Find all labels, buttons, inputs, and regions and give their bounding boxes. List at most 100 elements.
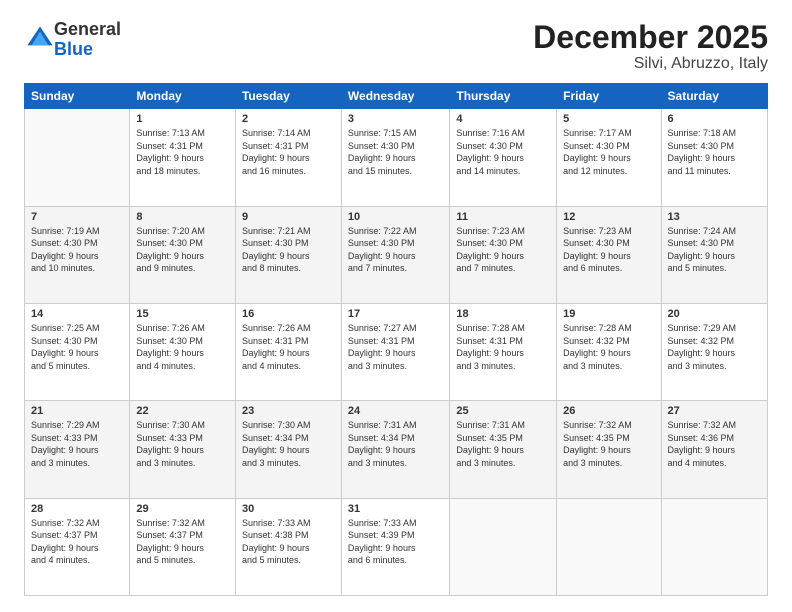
calendar-cell: 13Sunrise: 7:24 AM Sunset: 4:30 PM Dayli… bbox=[661, 206, 767, 303]
weekday-header-sunday: Sunday bbox=[25, 84, 130, 109]
calendar-cell: 24 Sunrise: 7:31 AM Sunset: 4:34 PM Dayli… bbox=[341, 401, 449, 498]
day-number: 8 bbox=[136, 211, 229, 223]
day-number: 12 bbox=[563, 211, 654, 223]
day-info: Sunrise: 7:27 AM Sunset: 4:31 PM Dayligh… bbox=[348, 322, 443, 372]
month-title: December 2025 bbox=[533, 20, 768, 55]
calendar-cell: 26Sunrise: 7:32 AM Sunset: 4:35 PM Dayli… bbox=[557, 401, 661, 498]
day-info: Sunrise: 7:32 AM Sunset: 4:37 PM Dayligh… bbox=[31, 517, 123, 567]
day-number: 21 bbox=[31, 405, 123, 417]
calendar-cell: 21 Sunrise: 7:29 AM Sunset: 4:33 PM Dayli… bbox=[25, 401, 130, 498]
calendar-cell: 3 Sunrise: 7:15 AM Sunset: 4:30 PM Daylig… bbox=[341, 109, 449, 206]
location: Silvi, Abruzzo, Italy bbox=[533, 55, 768, 73]
day-number: 14 bbox=[31, 308, 123, 320]
logo: General Blue bbox=[24, 20, 121, 60]
day-info: Sunrise: 7:32 AM Sunset: 4:37 PM Dayligh… bbox=[136, 517, 229, 567]
logo-icon bbox=[26, 23, 54, 51]
day-info: Sunrise: 7:21 AM Sunset: 4:30 PM Dayligh… bbox=[242, 225, 335, 275]
logo-general-text: General bbox=[54, 19, 121, 39]
day-info: Sunrise: 7:33 AM Sunset: 4:38 PM Dayligh… bbox=[242, 517, 335, 567]
day-number: 20 bbox=[668, 308, 761, 320]
calendar-table: SundayMondayTuesdayWednesdayThursdayFrid… bbox=[24, 83, 768, 596]
calendar-week-5: 28 Sunrise: 7:32 AM Sunset: 4:37 PM Dayli… bbox=[25, 498, 768, 595]
day-info: Sunrise: 7:29 AM Sunset: 4:32 PM Dayligh… bbox=[668, 322, 761, 372]
calendar-body: 1 Sunrise: 7:13 AM Sunset: 4:31 PM Daylig… bbox=[25, 109, 768, 596]
day-number: 17 bbox=[348, 308, 443, 320]
calendar-week-3: 14 Sunrise: 7:25 AM Sunset: 4:30 PM Dayli… bbox=[25, 303, 768, 400]
day-info: Sunrise: 7:25 AM Sunset: 4:30 PM Dayligh… bbox=[31, 322, 123, 372]
day-number: 4 bbox=[456, 113, 550, 125]
weekday-header-friday: Friday bbox=[557, 84, 661, 109]
calendar-cell: 12Sunrise: 7:23 AM Sunset: 4:30 PM Dayli… bbox=[557, 206, 661, 303]
calendar-cell: 5 Sunrise: 7:17 AM Sunset: 4:30 PM Daylig… bbox=[557, 109, 661, 206]
day-number: 18 bbox=[456, 308, 550, 320]
day-info: Sunrise: 7:16 AM Sunset: 4:30 PM Dayligh… bbox=[456, 127, 550, 177]
day-info: Sunrise: 7:33 AM Sunset: 4:39 PM Dayligh… bbox=[348, 517, 443, 567]
calendar-cell: 19Sunrise: 7:28 AM Sunset: 4:32 PM Dayli… bbox=[557, 303, 661, 400]
day-info: Sunrise: 7:19 AM Sunset: 4:30 PM Dayligh… bbox=[31, 225, 123, 275]
day-number: 16 bbox=[242, 308, 335, 320]
weekday-header-monday: Monday bbox=[130, 84, 236, 109]
calendar-cell: 17 Sunrise: 7:27 AM Sunset: 4:31 PM Dayli… bbox=[341, 303, 449, 400]
calendar-cell bbox=[25, 109, 130, 206]
day-number: 31 bbox=[348, 503, 443, 515]
day-number: 10 bbox=[348, 211, 443, 223]
day-number: 24 bbox=[348, 405, 443, 417]
header: General Blue December 2025 Silvi, Abruzz… bbox=[24, 20, 768, 73]
day-info: Sunrise: 7:20 AM Sunset: 4:30 PM Dayligh… bbox=[136, 225, 229, 275]
weekday-header-thursday: Thursday bbox=[450, 84, 557, 109]
calendar-cell: 16 Sunrise: 7:26 AM Sunset: 4:31 PM Dayli… bbox=[235, 303, 341, 400]
calendar-cell: 8 Sunrise: 7:20 AM Sunset: 4:30 PM Daylig… bbox=[130, 206, 236, 303]
calendar-cell: 7 Sunrise: 7:19 AM Sunset: 4:30 PM Daylig… bbox=[25, 206, 130, 303]
day-number: 3 bbox=[348, 113, 443, 125]
day-number: 5 bbox=[563, 113, 654, 125]
calendar-header: SundayMondayTuesdayWednesdayThursdayFrid… bbox=[25, 84, 768, 109]
calendar-cell bbox=[661, 498, 767, 595]
day-info: Sunrise: 7:31 AM Sunset: 4:35 PM Dayligh… bbox=[456, 419, 550, 469]
calendar-cell: 14 Sunrise: 7:25 AM Sunset: 4:30 PM Dayli… bbox=[25, 303, 130, 400]
calendar-cell: 10 Sunrise: 7:22 AM Sunset: 4:30 PM Dayli… bbox=[341, 206, 449, 303]
day-info: Sunrise: 7:29 AM Sunset: 4:33 PM Dayligh… bbox=[31, 419, 123, 469]
day-info: Sunrise: 7:18 AM Sunset: 4:30 PM Dayligh… bbox=[668, 127, 761, 177]
calendar-week-1: 1 Sunrise: 7:13 AM Sunset: 4:31 PM Daylig… bbox=[25, 109, 768, 206]
day-number: 28 bbox=[31, 503, 123, 515]
calendar-cell: 25 Sunrise: 7:31 AM Sunset: 4:35 PM Dayli… bbox=[450, 401, 557, 498]
day-info: Sunrise: 7:26 AM Sunset: 4:31 PM Dayligh… bbox=[242, 322, 335, 372]
logo-blue-text: Blue bbox=[54, 39, 93, 59]
calendar-cell: 27Sunrise: 7:32 AM Sunset: 4:36 PM Dayli… bbox=[661, 401, 767, 498]
day-info: Sunrise: 7:22 AM Sunset: 4:30 PM Dayligh… bbox=[348, 225, 443, 275]
day-number: 19 bbox=[563, 308, 654, 320]
title-area: December 2025 Silvi, Abruzzo, Italy bbox=[533, 20, 768, 73]
day-number: 26 bbox=[563, 405, 654, 417]
day-number: 2 bbox=[242, 113, 335, 125]
day-info: Sunrise: 7:14 AM Sunset: 4:31 PM Dayligh… bbox=[242, 127, 335, 177]
weekday-header-tuesday: Tuesday bbox=[235, 84, 341, 109]
calendar-week-2: 7 Sunrise: 7:19 AM Sunset: 4:30 PM Daylig… bbox=[25, 206, 768, 303]
calendar-cell: 6Sunrise: 7:18 AM Sunset: 4:30 PM Daylig… bbox=[661, 109, 767, 206]
day-info: Sunrise: 7:26 AM Sunset: 4:30 PM Dayligh… bbox=[136, 322, 229, 372]
day-info: Sunrise: 7:15 AM Sunset: 4:30 PM Dayligh… bbox=[348, 127, 443, 177]
calendar-cell: 28 Sunrise: 7:32 AM Sunset: 4:37 PM Dayli… bbox=[25, 498, 130, 595]
calendar-cell: 2 Sunrise: 7:14 AM Sunset: 4:31 PM Daylig… bbox=[235, 109, 341, 206]
day-info: Sunrise: 7:31 AM Sunset: 4:34 PM Dayligh… bbox=[348, 419, 443, 469]
day-number: 13 bbox=[668, 211, 761, 223]
calendar-week-4: 21 Sunrise: 7:29 AM Sunset: 4:33 PM Dayli… bbox=[25, 401, 768, 498]
calendar-cell: 23Sunrise: 7:30 AM Sunset: 4:34 PM Dayli… bbox=[235, 401, 341, 498]
day-info: Sunrise: 7:32 AM Sunset: 4:36 PM Dayligh… bbox=[668, 419, 761, 469]
calendar-cell: 31 Sunrise: 7:33 AM Sunset: 4:39 PM Dayli… bbox=[341, 498, 449, 595]
calendar-cell: 9Sunrise: 7:21 AM Sunset: 4:30 PM Daylig… bbox=[235, 206, 341, 303]
calendar-cell bbox=[557, 498, 661, 595]
weekday-header-wednesday: Wednesday bbox=[341, 84, 449, 109]
day-info: Sunrise: 7:17 AM Sunset: 4:30 PM Dayligh… bbox=[563, 127, 654, 177]
calendar-cell: 22Sunrise: 7:30 AM Sunset: 4:33 PM Dayli… bbox=[130, 401, 236, 498]
day-info: Sunrise: 7:13 AM Sunset: 4:31 PM Dayligh… bbox=[136, 127, 229, 177]
day-number: 25 bbox=[456, 405, 550, 417]
calendar-cell: 4 Sunrise: 7:16 AM Sunset: 4:30 PM Daylig… bbox=[450, 109, 557, 206]
calendar-cell: 29Sunrise: 7:32 AM Sunset: 4:37 PM Dayli… bbox=[130, 498, 236, 595]
calendar-cell: 20 Sunrise: 7:29 AM Sunset: 4:32 PM Dayli… bbox=[661, 303, 767, 400]
day-number: 23 bbox=[242, 405, 335, 417]
day-number: 1 bbox=[136, 113, 229, 125]
day-number: 7 bbox=[31, 211, 123, 223]
day-info: Sunrise: 7:23 AM Sunset: 4:30 PM Dayligh… bbox=[456, 225, 550, 275]
calendar-cell: 15Sunrise: 7:26 AM Sunset: 4:30 PM Dayli… bbox=[130, 303, 236, 400]
weekday-header-saturday: Saturday bbox=[661, 84, 767, 109]
